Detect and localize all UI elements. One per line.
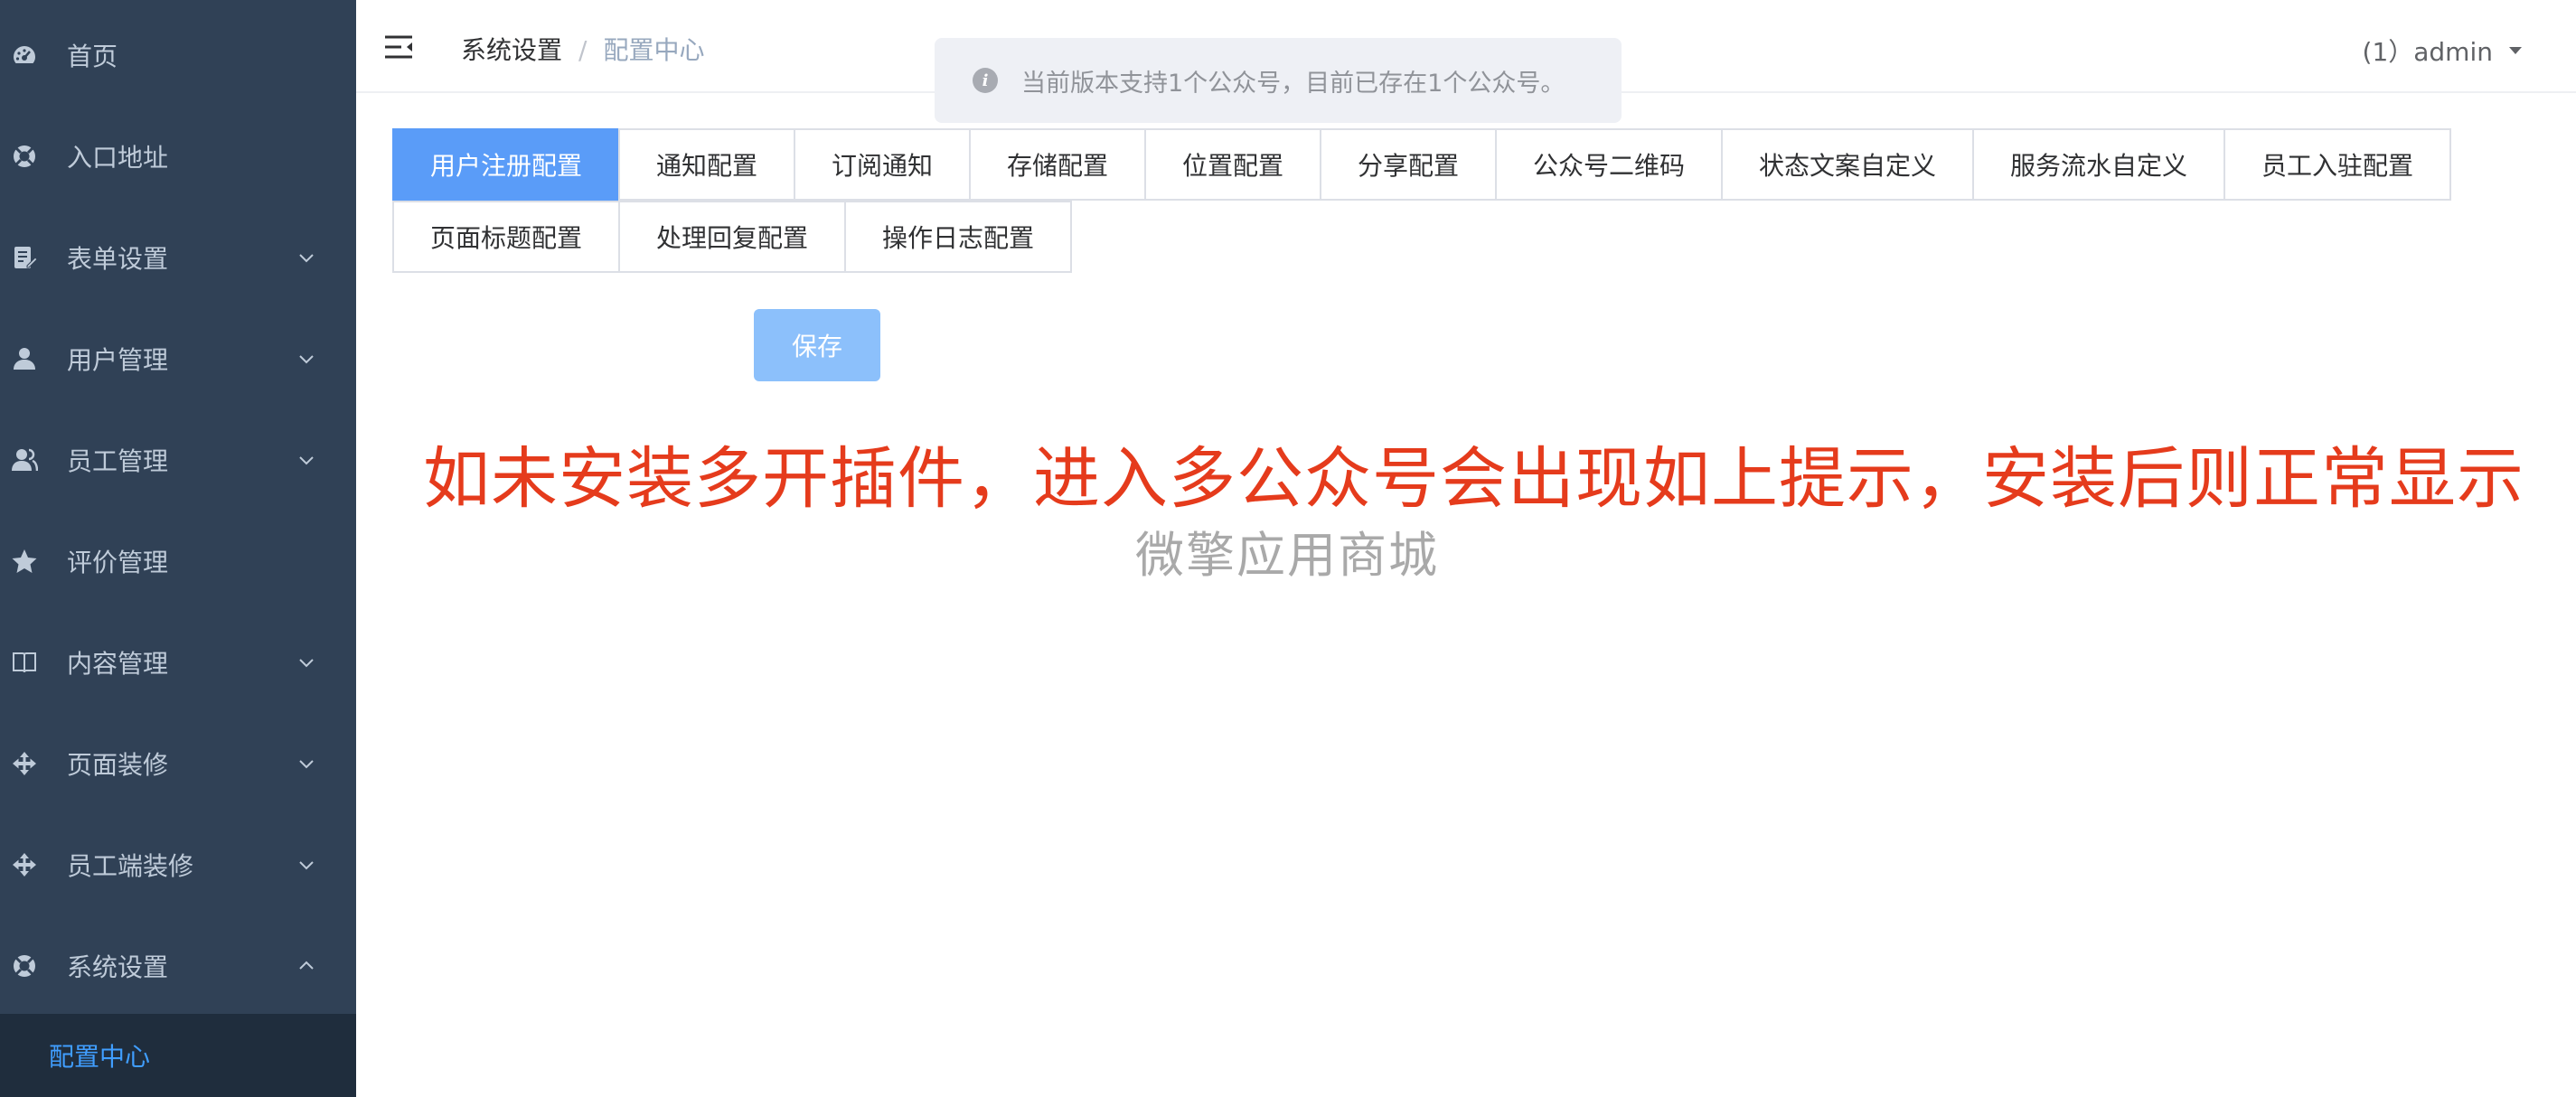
breadcrumb-item[interactable]: 系统设置 [461, 35, 562, 65]
user-menu[interactable]: (1）admin [2363, 33, 2524, 69]
chevron-up-icon [296, 956, 316, 976]
notice-message: 当前版本支持1个公众号，目前已存在1个公众号。 [1021, 69, 1565, 98]
move-icon [9, 748, 40, 779]
sidebar-item-label: 系统设置 [67, 952, 169, 982]
chevron-down-icon [296, 450, 316, 470]
sidebar-item-review-management[interactable]: 评价管理 [0, 511, 356, 612]
sidebar-item-label: 页面装修 [67, 750, 169, 780]
tab-storage[interactable]: 存储配置 [969, 128, 1146, 201]
lifebuoy-icon [9, 951, 40, 981]
sidebar-item-label: 员工管理 [67, 446, 169, 476]
tab-staff-onboarding[interactable]: 员工入驻配置 [2223, 128, 2451, 201]
book-icon [9, 647, 40, 678]
sidebar-item-entry[interactable]: 入口地址 [0, 106, 356, 207]
tab-status-text[interactable]: 状态文案自定义 [1721, 128, 1974, 201]
tab-service-flow[interactable]: 服务流水自定义 [1972, 128, 2225, 201]
watermark-text: 微擎应用商城 [1135, 527, 1439, 584]
sidebar-item-label: 入口地址 [67, 143, 169, 173]
menu-toggle-icon[interactable] [383, 32, 414, 62]
caret-down-icon [2509, 47, 2522, 54]
annotation-text: 如未安装多开插件，进入多公众号会出现如上提示，安装后则正常显示 [423, 440, 2524, 518]
users-icon [9, 445, 40, 475]
tab-operation-log[interactable]: 操作日志配置 [844, 201, 1072, 273]
sidebar: 首页 入口地址 表单设置 用户管理 员工管理 评价管理 内容管理 页面装修 员工… [0, 0, 356, 1097]
chevron-down-icon [296, 652, 316, 672]
breadcrumb-separator: / [578, 35, 588, 65]
tab-reply[interactable]: 处理回复配置 [618, 201, 846, 273]
info-icon: i [973, 68, 998, 93]
sidebar-item-content-management[interactable]: 内容管理 [0, 612, 356, 713]
tab-qrcode[interactable]: 公众号二维码 [1495, 128, 1723, 201]
sidebar-subitem-label: 配置中心 [49, 1042, 151, 1072]
sidebar-item-label: 表单设置 [67, 244, 169, 274]
sidebar-item-label: 员工端装修 [67, 851, 194, 881]
sidebar-item-staff-decoration[interactable]: 员工端装修 [0, 814, 356, 915]
notice-alert: i 当前版本支持1个公众号，目前已存在1个公众号。 [935, 38, 1622, 123]
sidebar-item-home[interactable]: 首页 [0, 5, 356, 106]
sidebar-item-label: 用户管理 [67, 345, 169, 375]
tab-user-registration[interactable]: 用户注册配置 [392, 128, 620, 201]
sidebar-item-staff-management[interactable]: 员工管理 [0, 409, 356, 511]
tab-notification[interactable]: 通知配置 [618, 128, 795, 201]
breadcrumb-current: 配置中心 [603, 35, 705, 65]
tab-page-title[interactable]: 页面标题配置 [392, 201, 620, 273]
sidebar-subitem-config-center[interactable]: 配置中心 [0, 1014, 356, 1097]
user-name: (1）admin [2362, 37, 2493, 67]
sidebar-item-label: 评价管理 [67, 548, 169, 577]
sidebar-item-label: 内容管理 [67, 649, 169, 679]
save-button[interactable]: 保存 [754, 309, 880, 381]
sidebar-item-form-settings[interactable]: 表单设置 [0, 207, 356, 308]
sidebar-item-user-management[interactable]: 用户管理 [0, 308, 356, 409]
chevron-down-icon [296, 248, 316, 267]
breadcrumb: 系统设置 / 配置中心 [461, 31, 704, 67]
tab-share[interactable]: 分享配置 [1320, 128, 1497, 201]
sidebar-item-label: 首页 [67, 42, 118, 71]
user-icon [9, 343, 40, 374]
tab-location[interactable]: 位置配置 [1144, 128, 1321, 201]
chevron-down-icon [296, 349, 316, 369]
chevron-down-icon [296, 855, 316, 875]
dashboard-icon [9, 40, 40, 70]
sidebar-item-page-decoration[interactable]: 页面装修 [0, 713, 356, 814]
tab-subscription[interactable]: 订阅通知 [794, 128, 971, 201]
move-icon [9, 849, 40, 880]
sidebar-item-system-settings[interactable]: 系统设置 [0, 915, 356, 1017]
chevron-down-icon [296, 754, 316, 774]
lifebuoy-icon [9, 141, 40, 172]
form-edit-icon [9, 242, 40, 273]
star-icon [9, 546, 40, 577]
